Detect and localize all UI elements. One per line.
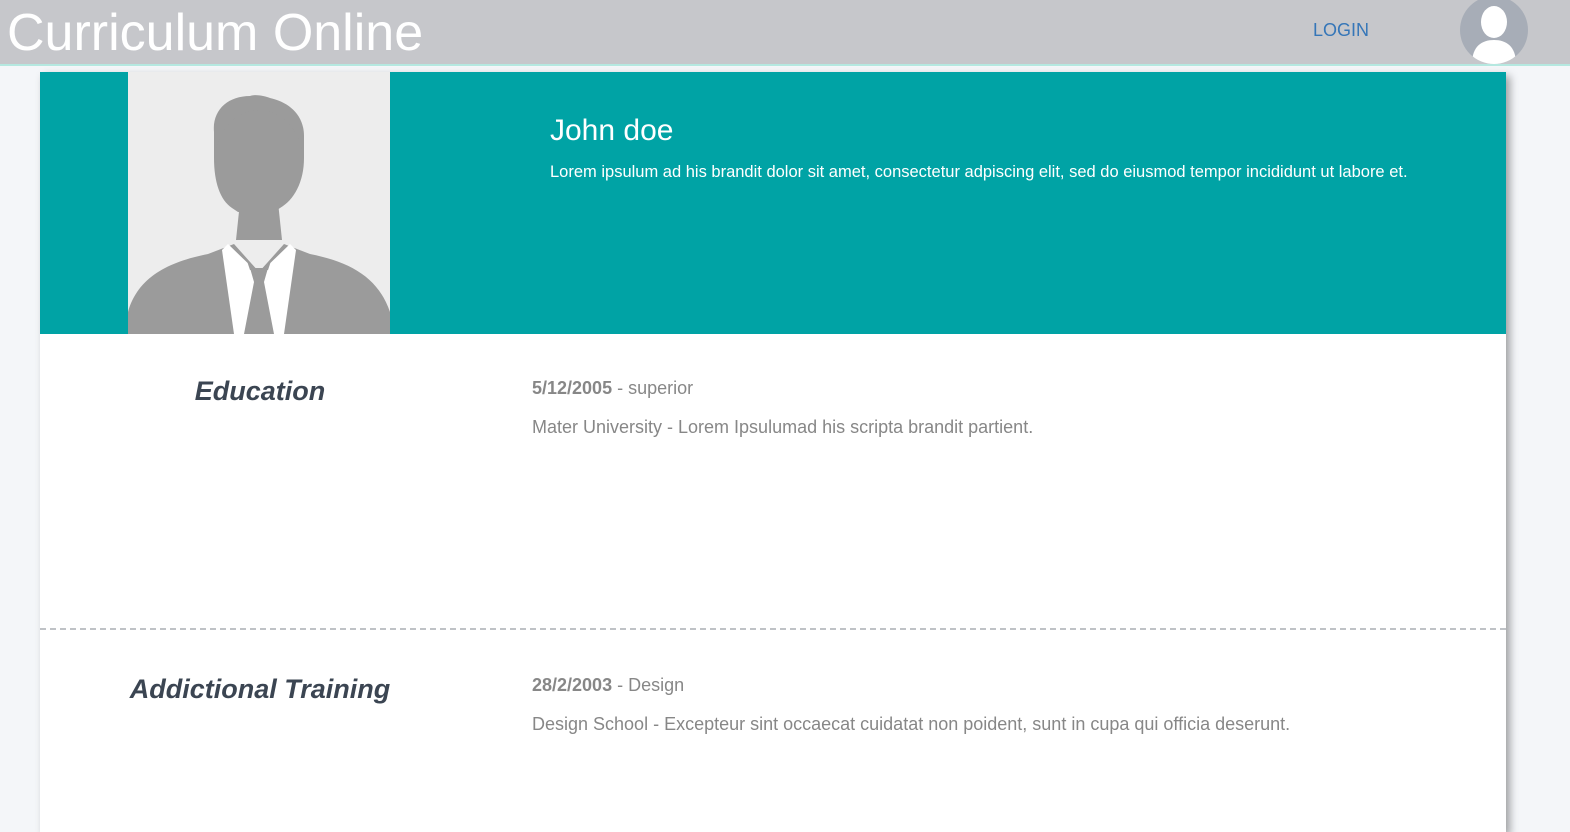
profile-name: John doe (550, 114, 674, 147)
entry-type: superior (628, 378, 694, 398)
entry-separator: - (612, 378, 629, 398)
entry-type: Design (628, 675, 685, 695)
entry-date: 5/12/2005 (532, 378, 613, 398)
entry-date: 28/2/2003 (532, 675, 613, 695)
login-link[interactable]: LOGIN (1313, 20, 1369, 41)
entry-header: 28/2/2003 - Design (532, 675, 684, 696)
entry-description: Design School - Excepteur sint occaecat … (532, 714, 1291, 734)
entry-separator: - (612, 675, 629, 695)
section-title: Addictional Training (129, 674, 391, 704)
profile-bio: Lorem ipsulum ad his brandit dolor sit a… (550, 163, 1408, 181)
section-title: Education (194, 376, 326, 406)
site-brand[interactable]: Curriculum Online (7, 3, 423, 63)
profile-photo (128, 72, 390, 334)
entry-description: Mater University - Lorem Ipsulumad his s… (532, 417, 1034, 437)
cv-card: John doe Lorem ipsulum ad his brandit do… (40, 72, 1506, 832)
training-section: Addictional Training 28/2/2003 - Design … (40, 630, 1506, 830)
user-avatar-icon[interactable] (1460, 0, 1528, 64)
entry-header: 5/12/2005 - superior (532, 378, 693, 399)
profile-header: John doe Lorem ipsulum ad his brandit do… (40, 72, 1506, 334)
user-silhouette-icon (1472, 6, 1516, 64)
top-navbar: Curriculum Online LOGIN (0, 0, 1570, 66)
person-silhouette-icon (128, 95, 390, 334)
education-section: Education 5/12/2005 - superior Mater Uni… (40, 334, 1506, 628)
